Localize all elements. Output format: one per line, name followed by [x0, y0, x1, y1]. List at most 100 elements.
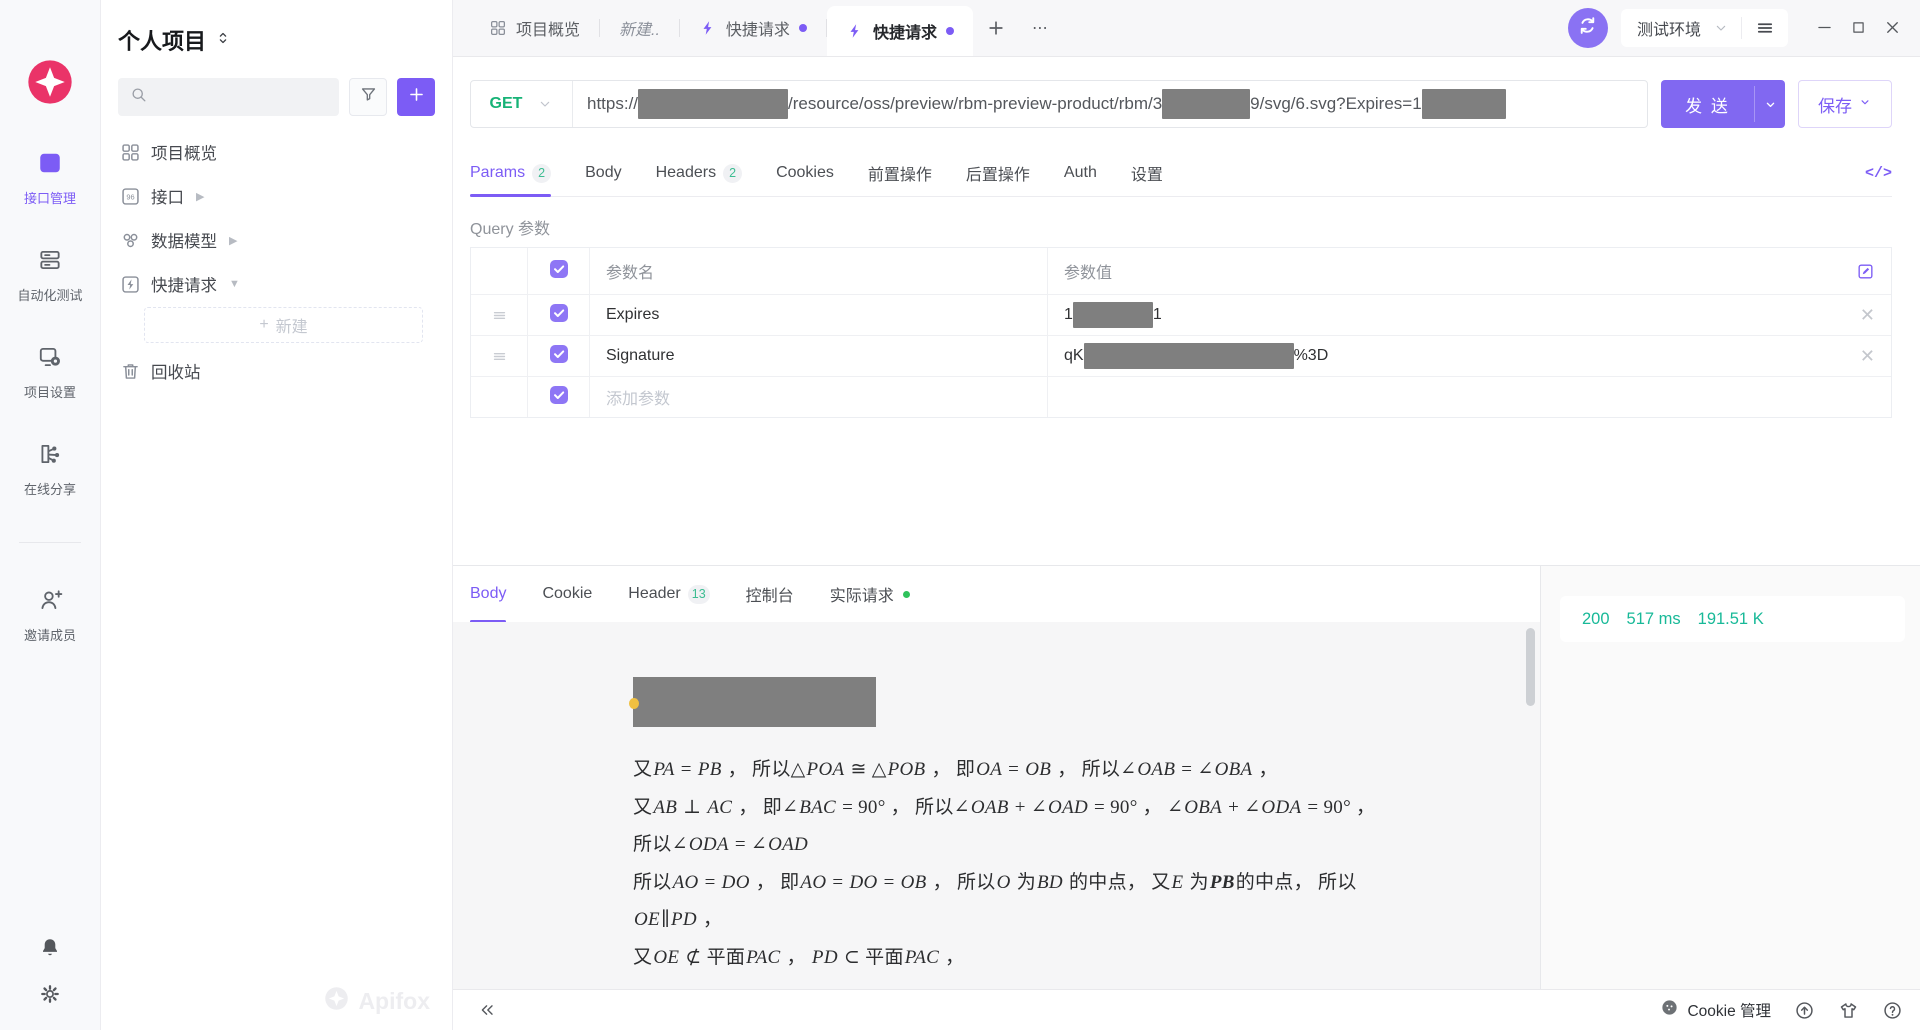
method-select[interactable]: GET [471, 95, 572, 113]
apifox-watermark-logo-icon [323, 985, 350, 1018]
param-value-cell[interactable] [1047, 377, 1891, 417]
tab-new[interactable]: 新建.. [600, 0, 679, 56]
chevron-down-icon [1713, 20, 1741, 36]
response-scrollbar[interactable] [1526, 628, 1535, 706]
response-tab-body[interactable]: Body [470, 566, 506, 622]
url-input[interactable]: GET https:///resource/oss/preview/rbm-pr… [470, 80, 1648, 128]
collapse-sidebar-icon[interactable] [477, 1000, 497, 1020]
request-tab-auth[interactable]: Auth [1064, 150, 1097, 196]
param-value-cell[interactable]: 11 ✕ [1047, 295, 1891, 335]
tree-item-data-model[interactable]: 数据模型▶ [118, 218, 435, 262]
request-tab-label: Cookies [776, 164, 834, 182]
response-tab-控制台[interactable]: 控制台 [746, 566, 794, 622]
request-tab-label: Auth [1064, 164, 1097, 182]
param-name-cell[interactable]: Signature [589, 336, 1047, 376]
save-button[interactable]: 保存 [1798, 80, 1892, 128]
environment-selector[interactable]: 测试环境 [1621, 9, 1788, 47]
tree-item-api[interactable]: 96接口▶ [118, 174, 435, 218]
drag-handle-icon[interactable] [491, 307, 508, 324]
checkbox-checked[interactable] [549, 385, 569, 410]
rail-item-project-settings[interactable]: 项目设置 [24, 344, 76, 401]
rail-item-automation-test[interactable]: 自动化测试 [17, 247, 82, 304]
document-tabbar: 项目概览新建.. 快捷请求 快捷请求 ⋯ 测试环境 [453, 0, 1920, 57]
upload-circle-icon[interactable] [1794, 1000, 1815, 1021]
checkbox-checked[interactable] [549, 303, 569, 328]
tree-item-trash[interactable]: 回收站 [118, 349, 435, 393]
response-tab-cookie[interactable]: Cookie [542, 566, 592, 622]
tab-quick1[interactable]: 快捷请求 [680, 0, 826, 56]
status-bar: Cookie 管理 [453, 989, 1920, 1030]
url-segment: 1 [1064, 306, 1073, 324]
request-tab-cookies[interactable]: Cookies [776, 150, 834, 196]
tab-overview[interactable]: 项目概览 [470, 0, 599, 56]
request-tab-后置操作[interactable]: 后置操作 [966, 150, 1030, 196]
window-minimize-button[interactable] [1809, 13, 1839, 43]
project-overview-icon [120, 142, 141, 163]
tree-item-quick-request[interactable]: 快捷请求▼ [118, 262, 435, 306]
checkbox-checked[interactable] [549, 344, 569, 369]
new-button-label: 新建 [276, 313, 308, 337]
param-value: 11 [1064, 302, 1162, 328]
tab-quick2[interactable]: 快捷请求 [827, 6, 973, 56]
request-tab-前置操作[interactable]: 前置操作 [868, 150, 932, 196]
theme-shirt-icon[interactable] [1838, 1000, 1859, 1021]
add-button[interactable] [397, 78, 435, 116]
redacted-block [638, 89, 788, 119]
url-value: https:///resource/oss/preview/rbm-previe… [573, 89, 1520, 119]
request-tab-body[interactable]: Body [585, 150, 621, 196]
drag-handle-cell [471, 295, 527, 335]
checkbox-column-header [527, 248, 589, 294]
redacted-block [1073, 302, 1153, 328]
drag-handle-icon[interactable] [491, 348, 508, 365]
new-quick-request-button[interactable]: +新建 [144, 307, 423, 343]
response-tab-label: Cookie [542, 585, 592, 603]
project-switcher[interactable]: 个人项目 [118, 24, 435, 56]
new-tab-button[interactable] [973, 0, 1019, 56]
response-tab-header[interactable]: Header13 [628, 566, 709, 622]
code-view-icon[interactable]: </> [1865, 165, 1892, 182]
redacted-block [1162, 89, 1250, 119]
sync-button[interactable] [1568, 8, 1608, 48]
help-circle-icon[interactable] [1882, 1000, 1903, 1021]
window-close-button[interactable] [1877, 13, 1907, 43]
response-tab-label: Header [628, 585, 680, 603]
tab-label: 快捷请求 [726, 16, 790, 40]
bulk-edit-icon[interactable] [1856, 262, 1875, 281]
delete-param-icon[interactable]: ✕ [1852, 346, 1875, 367]
cookie-manager-button[interactable]: Cookie 管理 [1660, 998, 1771, 1022]
request-tab-label: Body [585, 164, 621, 182]
request-tab-headers[interactable]: Headers2 [656, 150, 742, 196]
rail-item-api-management[interactable]: 96接口管理 [24, 150, 76, 207]
status-code: 200 [1582, 610, 1610, 629]
search-input[interactable] [118, 78, 339, 116]
rail-item-online-share[interactable]: 在线分享 [24, 441, 76, 498]
request-tab-params[interactable]: Params2 [470, 150, 551, 196]
cookie-icon [1660, 998, 1679, 1022]
math-text-line: 所以AO = DO ， 即AO = DO = OB ， 所以O 为BD 的中点，… [633, 864, 1540, 902]
tree-item-project-overview[interactable]: 项目概览 [118, 130, 435, 174]
send-options-chevron-icon[interactable] [1755, 80, 1785, 128]
rail-item-invite-member[interactable]: 邀请成员 [24, 587, 76, 644]
response-size: 191.51 K [1698, 610, 1764, 629]
filter-button[interactable] [349, 78, 387, 116]
cookie-manager-label: Cookie 管理 [1687, 999, 1771, 1021]
response-tab-实际请求[interactable]: 实际请求 [830, 566, 910, 622]
notification-bell-icon[interactable] [38, 936, 62, 960]
settings-gear-icon[interactable] [38, 982, 62, 1006]
menu-burger-icon[interactable] [1742, 18, 1788, 38]
delete-param-icon[interactable]: ✕ [1852, 305, 1875, 326]
apifox-logo-icon[interactable] [24, 56, 76, 108]
add-param-cell[interactable]: 添加参数 [589, 377, 1047, 417]
window-maximize-button[interactable] [1843, 13, 1873, 43]
param-name-cell[interactable]: Expires [589, 295, 1047, 335]
request-tab-设置[interactable]: 设置 [1131, 150, 1163, 196]
rail-item-label: 项目设置 [24, 382, 76, 401]
bolt-icon [699, 19, 717, 37]
more-tabs-button[interactable]: ⋯ [1019, 0, 1061, 56]
send-button[interactable]: 发 送 [1661, 80, 1785, 128]
param-value-cell[interactable]: qK%3D✕ [1047, 336, 1891, 376]
checkbox-cell [527, 295, 589, 335]
table-header-row: 参数名参数值 [471, 248, 1891, 294]
checkbox-checked[interactable] [549, 259, 569, 284]
response-meta-card: 200 517 ms 191.51 K [1560, 596, 1905, 642]
